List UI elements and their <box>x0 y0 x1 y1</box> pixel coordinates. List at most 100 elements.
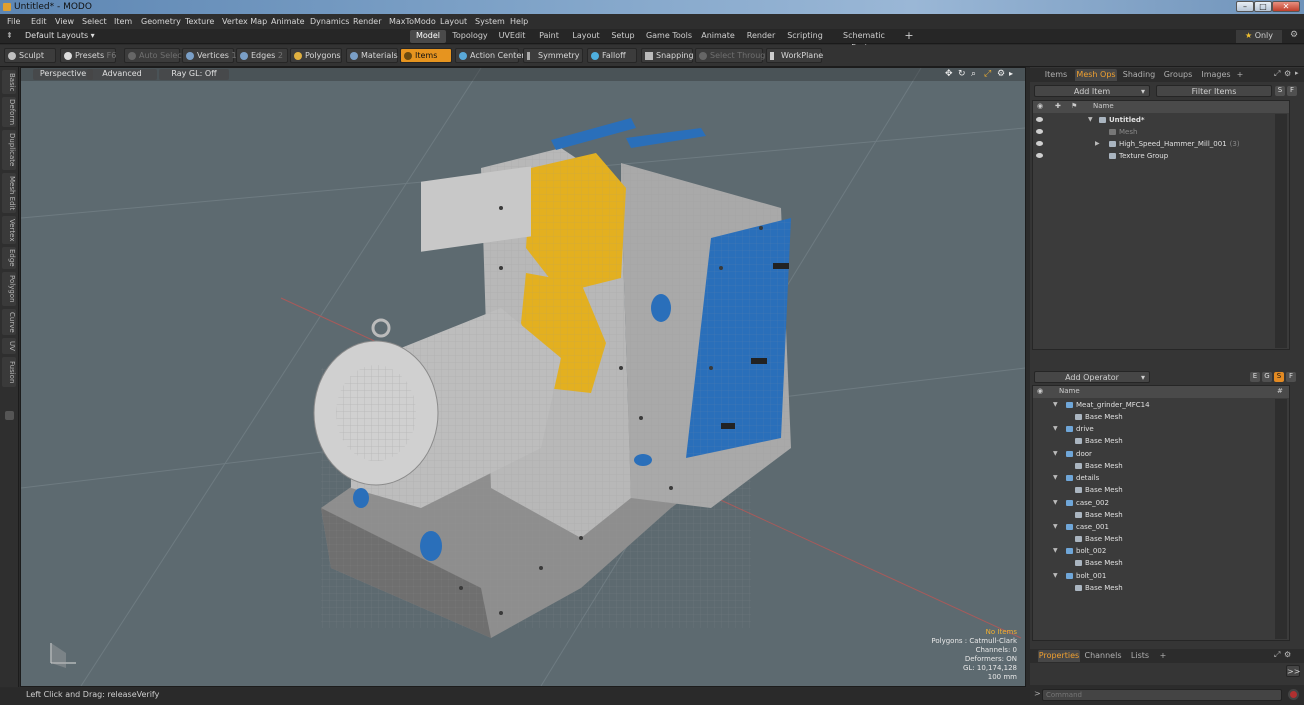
tab-game-tools[interactable]: Game Tools <box>644 30 694 43</box>
tab-polygon[interactable]: Polygon <box>2 272 16 306</box>
list-item[interactable]: ▶ High_Speed_Hammer_Mill_001 (3) <box>1033 138 1289 150</box>
mesh-ops-scrollbar[interactable] <box>1275 399 1287 639</box>
meshops-s-button[interactable]: S <box>1274 372 1284 382</box>
expand-triangle-icon[interactable]: ▼ <box>1053 521 1058 533</box>
menu-item[interactable]: Item <box>114 17 132 26</box>
panel-gear-icon[interactable]: ⚙ <box>1284 69 1291 78</box>
raygl-button[interactable]: Ray GL: Off <box>159 69 229 80</box>
tab-model[interactable]: Model <box>410 30 446 43</box>
tab-channels[interactable]: Channels <box>1084 650 1122 662</box>
layout-options-icon[interactable]: ⚙ <box>1290 30 1298 40</box>
tab-fusion[interactable]: Fusion <box>2 357 16 387</box>
menu-render[interactable]: Render <box>353 17 381 26</box>
list-item[interactable]: ▼ Untitled* <box>1033 114 1289 126</box>
tab-items[interactable]: Items <box>1040 69 1072 81</box>
menu-system[interactable]: System <box>475 17 505 26</box>
polygons-button[interactable]: Polygons <box>290 48 342 63</box>
advanced-button[interactable]: Advanced <box>87 69 157 80</box>
mesh-op-group[interactable]: ▼ Meat_grinder_MFC14 <box>1033 399 1289 411</box>
list-item[interactable]: Texture Group <box>1033 150 1289 162</box>
tab-layout[interactable]: Layout <box>569 30 603 43</box>
add-panel-tab-button[interactable]: + <box>1235 69 1245 81</box>
expand-triangle-icon[interactable]: ▼ <box>1088 114 1093 126</box>
tab-uvedit[interactable]: UVEdit <box>494 30 530 43</box>
tab-basic[interactable]: Basic <box>2 70 16 94</box>
symmetry-button[interactable]: Symmetry <box>523 48 583 63</box>
tab-setup[interactable]: Setup <box>607 30 639 43</box>
expand-triangle-icon[interactable]: ▼ <box>1053 497 1058 509</box>
visibility-eye-icon[interactable] <box>1036 129 1043 134</box>
mesh-op-child[interactable]: Base Mesh <box>1033 582 1289 594</box>
tab-lists[interactable]: Lists <box>1126 650 1154 662</box>
add-item-button[interactable]: Add Item ▾ <box>1034 85 1150 97</box>
record-icon[interactable] <box>1288 689 1299 700</box>
rotate-icon[interactable]: ↻ <box>958 69 966 79</box>
materials-button[interactable]: Materials <box>346 48 398 63</box>
menu-maxtomodo[interactable]: MaxToModo <box>389 17 436 26</box>
menu-edit[interactable]: Edit <box>31 17 47 26</box>
list-item[interactable]: Mesh <box>1033 126 1289 138</box>
edges-button[interactable]: Edges 2 <box>236 48 288 63</box>
mesh-op-group[interactable]: ▼ bolt_001 <box>1033 570 1289 582</box>
expand-triangle-icon[interactable]: ▼ <box>1053 399 1058 411</box>
tab-topology[interactable]: Topology <box>449 30 491 43</box>
command-input[interactable] <box>1042 689 1282 701</box>
expand-triangle-icon[interactable]: ▼ <box>1053 570 1058 582</box>
pan-icon[interactable]: ✥ <box>945 69 953 79</box>
tab-mesh-edit[interactable]: Mesh Edit <box>2 173 16 213</box>
expand-triangle-icon[interactable]: ▼ <box>1053 472 1058 484</box>
tab-images[interactable]: Images <box>1199 69 1233 81</box>
filter-f-button[interactable]: F <box>1287 86 1297 96</box>
mesh-op-child[interactable]: Base Mesh <box>1033 411 1289 423</box>
panel-expand-icon[interactable]: ⤢ <box>1274 650 1280 660</box>
item-list-scrollbar[interactable] <box>1275 114 1287 348</box>
mesh-op-child[interactable]: Base Mesh <box>1033 557 1289 569</box>
tab-edge[interactable]: Edge <box>2 247 16 269</box>
panel-gear-icon[interactable]: ⚙ <box>1284 650 1291 659</box>
tab-uv[interactable]: UV <box>2 338 16 354</box>
tab-animate[interactable]: Animate <box>699 30 737 43</box>
expand-triangle-icon[interactable]: ▶ <box>1095 138 1100 150</box>
mesh-op-child[interactable]: Base Mesh <box>1033 509 1289 521</box>
toolbox-toggle-icon[interactable] <box>5 411 14 420</box>
mesh-op-child[interactable]: Base Mesh <box>1033 435 1289 447</box>
mesh-op-group[interactable]: ▼ drive <box>1033 423 1289 435</box>
expand-triangle-icon[interactable]: ▼ <box>1053 448 1058 460</box>
workplane-button[interactable]: WorkPlane <box>766 48 823 63</box>
visibility-eye-icon[interactable] <box>1036 153 1043 158</box>
tab-curve[interactable]: Curve <box>2 309 16 335</box>
filter-items-input[interactable]: Filter Items <box>1156 85 1272 97</box>
menu-file[interactable]: File <box>7 17 20 26</box>
tab-deform[interactable]: Deform <box>2 97 16 127</box>
menu-layout[interactable]: Layout <box>440 17 467 26</box>
menu-texture[interactable]: Texture <box>185 17 214 26</box>
tab-scripting[interactable]: Scripting <box>784 30 826 43</box>
menu-select[interactable]: Select <box>82 17 107 26</box>
tab-properties[interactable]: Properties <box>1038 650 1080 662</box>
mesh-op-child[interactable]: Base Mesh <box>1033 460 1289 472</box>
panel-menu-icon[interactable]: ▸ <box>1295 69 1299 77</box>
menu-geometry[interactable]: Geometry <box>141 17 181 26</box>
mesh-op-group[interactable]: ▼ bolt_002 <box>1033 545 1289 557</box>
tab-paint[interactable]: Paint <box>534 30 564 43</box>
tab-render[interactable]: Render <box>743 30 779 43</box>
tab-duplicate[interactable]: Duplicate <box>2 130 16 170</box>
expand-triangle-icon[interactable]: ▼ <box>1053 423 1058 435</box>
tab-vertex[interactable]: Vertex <box>2 216 16 244</box>
falloff-button[interactable]: Falloff <box>587 48 637 63</box>
meshops-f-button[interactable]: F <box>1286 372 1296 382</box>
expand-button[interactable]: >> <box>1286 665 1300 677</box>
viewport-menu-icon[interactable]: ▸ <box>1009 69 1013 78</box>
mesh-op-group[interactable]: ▼ door <box>1033 448 1289 460</box>
fit-icon[interactable]: ⤢ <box>984 69 991 79</box>
viewport-gear-icon[interactable]: ⚙ <box>997 69 1005 79</box>
meshops-g-button[interactable]: G <box>1262 372 1272 382</box>
select-through-button[interactable]: Select Through <box>695 48 770 63</box>
tab-shading[interactable]: Shading <box>1120 69 1158 81</box>
add-operator-button[interactable]: Add Operator ▾ <box>1034 371 1150 383</box>
mesh-op-group[interactable]: ▼ case_002 <box>1033 497 1289 509</box>
only-toggle[interactable]: ★ Only <box>1236 30 1282 43</box>
mesh-op-child[interactable]: Base Mesh <box>1033 484 1289 496</box>
tab-groups[interactable]: Groups <box>1161 69 1195 81</box>
maximize-button[interactable]: □ <box>1254 1 1272 12</box>
